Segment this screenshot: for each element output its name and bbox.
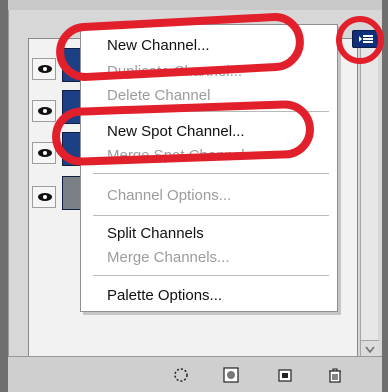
channel-thumbnail[interactable] xyxy=(62,90,82,124)
eye-icon xyxy=(38,107,52,115)
new-channel-button[interactable] xyxy=(276,366,294,384)
window-edge-left xyxy=(0,0,8,392)
eye-icon xyxy=(38,149,52,157)
mask-icon xyxy=(223,367,239,383)
eye-icon[interactable] xyxy=(32,142,56,164)
channel-thumbnail[interactable] xyxy=(62,48,82,82)
menu-item-new-channel[interactable]: New Channel... xyxy=(107,37,210,55)
eye-icon xyxy=(38,65,52,73)
menu-separator xyxy=(93,173,329,174)
palette-menu-button[interactable] xyxy=(352,30,380,48)
channels-panel-frame: La xyxy=(0,0,388,392)
load-selection-button[interactable] xyxy=(172,366,190,384)
menu-item-delete-channel[interactable]: Delete Channel xyxy=(107,87,210,105)
menu-item-palette-options[interactable]: Palette Options... xyxy=(107,287,222,305)
menu-separator xyxy=(93,275,329,276)
menu-item-split-channels[interactable]: Split Channels xyxy=(107,225,204,243)
menu-item-new-spot-channel[interactable]: New Spot Channel... xyxy=(107,123,245,141)
delete-channel-button[interactable] xyxy=(326,366,344,384)
eye-icon xyxy=(38,193,52,201)
eye-icon[interactable] xyxy=(32,186,56,208)
menu-item-merge-spot-channel[interactable]: Merge Spot Channel xyxy=(107,147,245,165)
palette-menu-icon xyxy=(359,35,373,43)
menu-separator xyxy=(93,215,329,216)
palette-menu: New Channel... Duplicate Channel... Dele… xyxy=(80,24,338,312)
menu-item-merge-channels[interactable]: Merge Channels... xyxy=(107,249,230,267)
trash-icon xyxy=(329,368,341,383)
channel-thumbnail[interactable] xyxy=(62,132,82,166)
dotted-circle-icon xyxy=(174,368,188,382)
menu-item-duplicate-channel[interactable]: Duplicate Channel... xyxy=(107,63,242,81)
channel-thumbnail[interactable] xyxy=(62,176,82,210)
menu-separator xyxy=(93,111,329,112)
chevron-down-icon xyxy=(365,346,375,354)
new-channel-icon xyxy=(278,369,292,382)
window-edge-right xyxy=(382,0,388,392)
menu-item-channel-options[interactable]: Channel Options... xyxy=(107,187,231,205)
channel-list-scrollbar[interactable] xyxy=(360,38,379,358)
eye-icon[interactable] xyxy=(32,100,56,122)
save-selection-button[interactable] xyxy=(222,366,240,384)
eye-icon[interactable] xyxy=(32,58,56,80)
